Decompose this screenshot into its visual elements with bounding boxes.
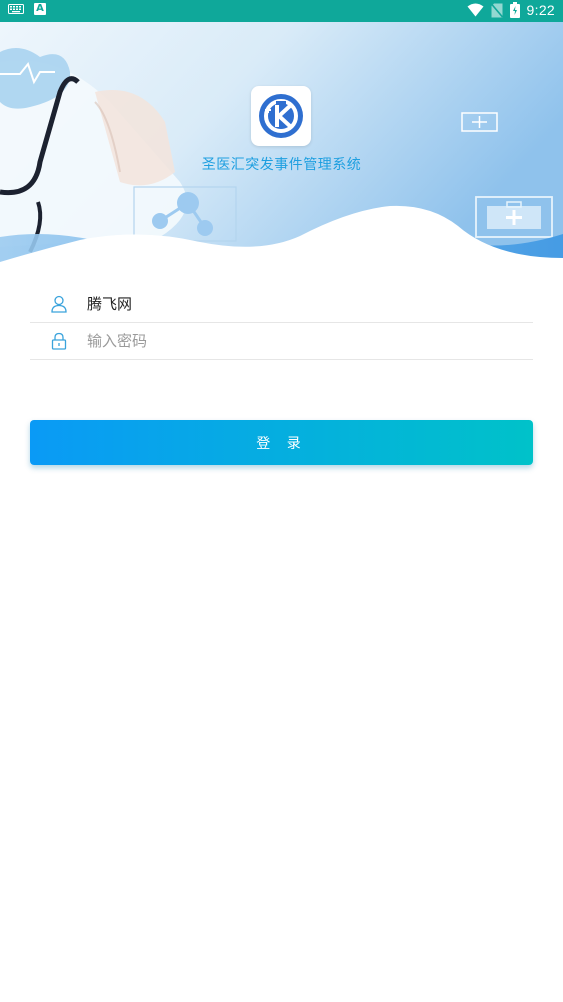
lock-icon	[50, 332, 68, 350]
password-field-row	[30, 322, 533, 360]
username-field-row	[30, 285, 533, 323]
status-bar: A 9:22	[0, 0, 563, 22]
app-logo	[251, 86, 311, 146]
no-sim-icon	[490, 2, 503, 18]
username-input[interactable]	[87, 294, 467, 313]
wifi-icon	[467, 3, 484, 17]
app-logo-icon	[259, 94, 303, 138]
app-title: 圣医汇突发事件管理系统	[201, 157, 362, 173]
password-input[interactable]	[87, 331, 467, 350]
login-button[interactable]: 登 录	[30, 420, 533, 465]
battery-icon	[509, 2, 520, 18]
user-icon	[50, 295, 68, 313]
a-notification-icon: A	[34, 3, 46, 15]
login-screen: A 9:22 圣医汇突发事件管理系统 腾飞网 登 录	[0, 0, 563, 1002]
keyboard-icon	[8, 4, 24, 14]
status-time: 9:22	[526, 2, 555, 18]
